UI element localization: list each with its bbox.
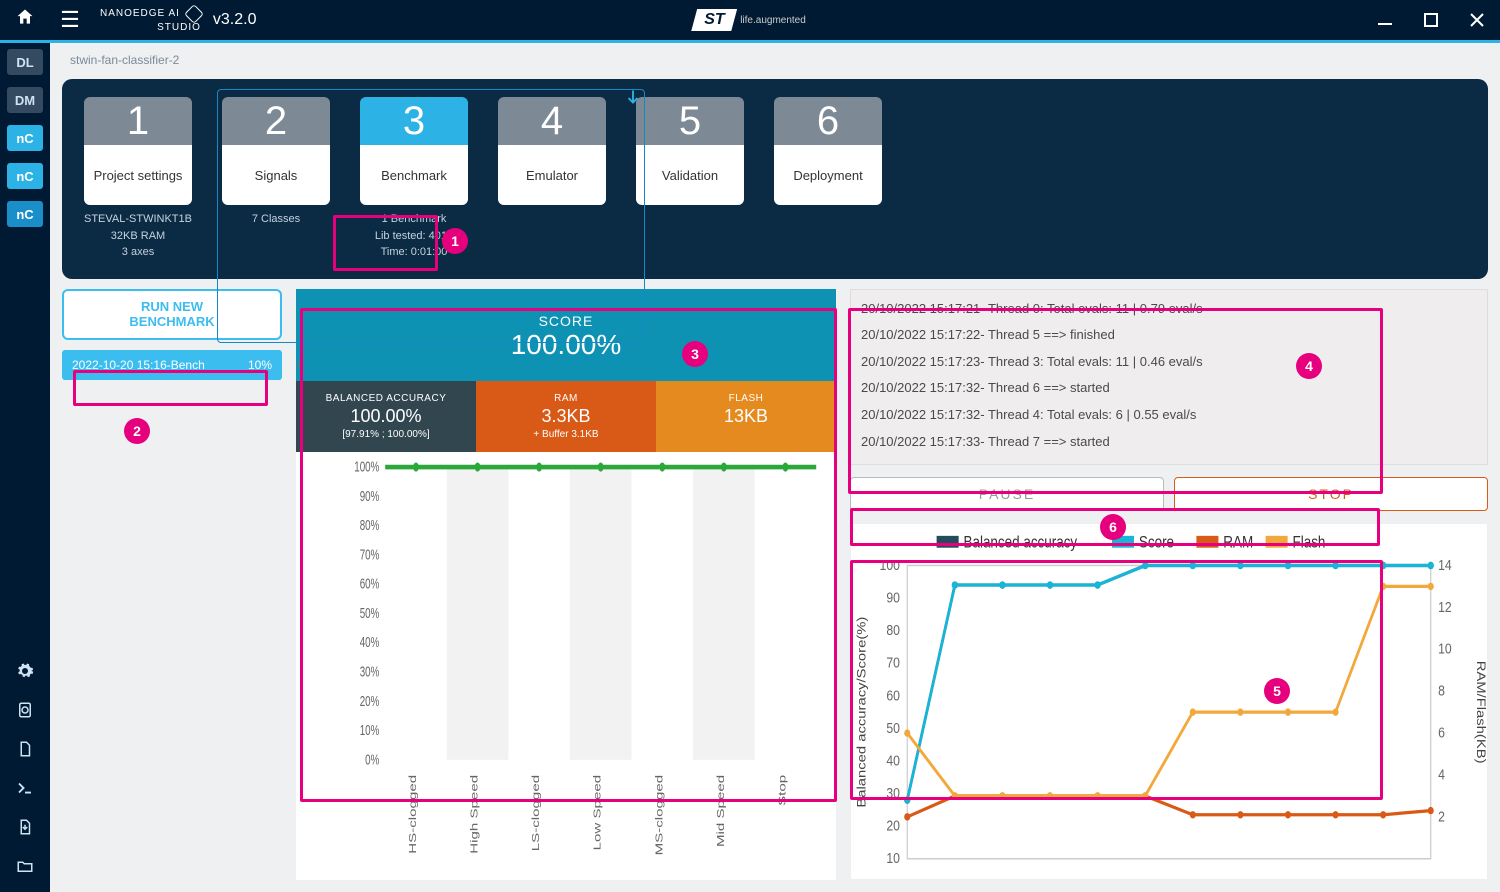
version-label: v3.2.0 (213, 11, 257, 29)
step-signals[interactable]: 2 Signals 7 Classes (222, 97, 330, 228)
benchmark-results: SCORE 100.00% BALANCED ACCURACY 100.00% … (296, 289, 836, 881)
flash-tile: FLASH 13KB (656, 381, 836, 452)
svg-text:60%: 60% (360, 574, 380, 592)
rail-project-3[interactable]: nC (7, 163, 43, 189)
svg-text:40: 40 (886, 752, 900, 768)
svg-text:Stop: Stop (776, 774, 788, 805)
svg-text:30%: 30% (360, 662, 380, 680)
rail-project-4[interactable]: nC (7, 201, 43, 227)
svg-text:12: 12 (1438, 598, 1452, 614)
svg-text:MS-clogged: MS-clogged (653, 774, 665, 855)
svg-text:80: 80 (886, 622, 900, 638)
progress-line-chart: Balanced accuracy Score RAM Flash 10 20 30 40 50… (850, 523, 1488, 881)
svg-text:HS-clogged: HS-clogged (407, 774, 419, 853)
svg-text:10: 10 (886, 850, 900, 866)
svg-text:Mid Speed: Mid Speed (715, 774, 727, 846)
svg-text:8: 8 (1438, 682, 1445, 698)
gear-icon[interactable] (16, 662, 34, 685)
side-rail: DL DM nC nC nC (0, 43, 50, 892)
log-line: 20/10/2022 15:17:32- Thread 6 ==> starte… (861, 375, 1477, 402)
step-deployment[interactable]: 6 Deployment (774, 97, 882, 211)
svg-text:Balanced accuracy: Balanced accuracy (964, 533, 1078, 552)
svg-text:High Speed: High Speed (468, 774, 480, 853)
st-logo: ST life.augmented (694, 9, 806, 31)
minimize-button[interactable] (1362, 0, 1408, 40)
step-validation[interactable]: 5 Validation (636, 97, 744, 211)
home-icon[interactable] (0, 7, 50, 33)
svg-text:2: 2 (1438, 808, 1445, 824)
titlebar: ☰ NANOEDGE AI STUDIO v3.2.0 ST life.augm… (0, 0, 1500, 40)
log-line: 20/10/2022 15:17:21- Thread 0: Total eva… (861, 296, 1477, 323)
svg-text:70%: 70% (360, 545, 380, 563)
svg-text:50%: 50% (360, 603, 380, 621)
maximize-button[interactable] (1408, 0, 1454, 40)
log-line: 20/10/2022 15:17:23- Thread 3: Total eva… (861, 349, 1477, 376)
benchmark-list-item[interactable]: 2022-10-20 15:16-Bench 10% (62, 350, 282, 380)
svg-text:14: 14 (1438, 556, 1452, 572)
ram-tile: RAM 3.3KB + Buffer 3.1KB (476, 381, 656, 452)
svg-text:Balanced accuracy/Score(%): Balanced accuracy/Score(%) (855, 616, 869, 807)
rail-project-1[interactable]: DM (7, 87, 43, 113)
stop-button[interactable]: STOP (1174, 477, 1488, 511)
svg-text:Flash: Flash (1293, 533, 1326, 552)
terminal-icon[interactable] (16, 779, 34, 802)
log-line: 20/10/2022 15:17:33- Thread 7 ==> starte… (861, 429, 1477, 456)
svg-text:100%: 100% (354, 458, 379, 475)
run-new-benchmark-button[interactable]: RUN NEW BENCHMARK (62, 289, 282, 340)
svg-text:70: 70 (886, 654, 900, 670)
log-line: 20/10/2022 15:17:22- Thread 5 ==> finish… (861, 322, 1477, 349)
svg-text:40%: 40% (360, 632, 380, 650)
svg-text:RAM/Flash(KB): RAM/Flash(KB) (1475, 660, 1487, 763)
rail-project-0[interactable]: DL (7, 49, 43, 75)
brand-mark-icon (184, 4, 204, 24)
svg-text:100: 100 (880, 556, 901, 572)
svg-text:60: 60 (886, 687, 900, 703)
balanced-accuracy-tile: BALANCED ACCURACY 100.00% [97.91% ; 100.… (296, 381, 476, 452)
workflow-steps: 1 Project settings STEVAL-STWINKT1B32KB … (62, 79, 1488, 279)
log-panel[interactable]: 20/10/2022 15:17:21- Thread 0: Total eva… (850, 289, 1488, 465)
svg-text:30: 30 (886, 784, 900, 800)
svg-text:50: 50 (886, 719, 900, 735)
svg-text:Low Speed: Low Speed (591, 774, 603, 850)
rail-project-2[interactable]: nC (7, 125, 43, 151)
pause-button[interactable]: PAUSE (850, 477, 1164, 511)
step-project-settings[interactable]: 1 Project settings STEVAL-STWINKT1B32KB … (84, 97, 192, 261)
svg-text:Score: Score (1139, 533, 1174, 552)
svg-text:0%: 0% (365, 750, 379, 768)
page-icon[interactable] (16, 740, 34, 763)
svg-text:4: 4 (1438, 766, 1445, 782)
step-emulator[interactable]: 4 Emulator (498, 97, 606, 211)
per-class-bar-chart: 0% 10% 20% 30% 40% 50% 60% 70% 80% 90% 100% HS-clog… (296, 452, 836, 881)
score-tile: SCORE 100.00% (296, 289, 836, 381)
svg-text:LS-clogged: LS-clogged (530, 774, 542, 850)
arrow-down-icon (624, 89, 642, 112)
folder-icon[interactable] (16, 857, 34, 880)
log-line: 20/10/2022 15:17:32- Thread 4: Total eva… (861, 402, 1477, 429)
svg-text:10: 10 (1438, 640, 1452, 656)
svg-text:90: 90 (886, 589, 900, 605)
svg-text:80%: 80% (360, 515, 380, 533)
svg-text:10%: 10% (360, 720, 380, 738)
spinner-icon: ( (299, 356, 304, 374)
brand-logo: NANOEDGE AI STUDIO (100, 7, 201, 33)
svg-text:RAM: RAM (1223, 533, 1253, 552)
project-name: stwin-fan-classifier-2 (62, 51, 1488, 69)
svg-text:90%: 90% (360, 486, 380, 504)
download-icon[interactable] (16, 818, 34, 841)
step-benchmark[interactable]: 3 Benchmark 1 BenchmarkLib tested: 4018T… (360, 97, 468, 261)
menu-icon[interactable]: ☰ (50, 7, 90, 33)
svg-text:20: 20 (886, 817, 900, 833)
close-button[interactable] (1454, 0, 1500, 40)
svg-text:20%: 20% (360, 691, 380, 709)
svg-text:6: 6 (1438, 724, 1445, 740)
document-icon[interactable] (16, 701, 34, 724)
